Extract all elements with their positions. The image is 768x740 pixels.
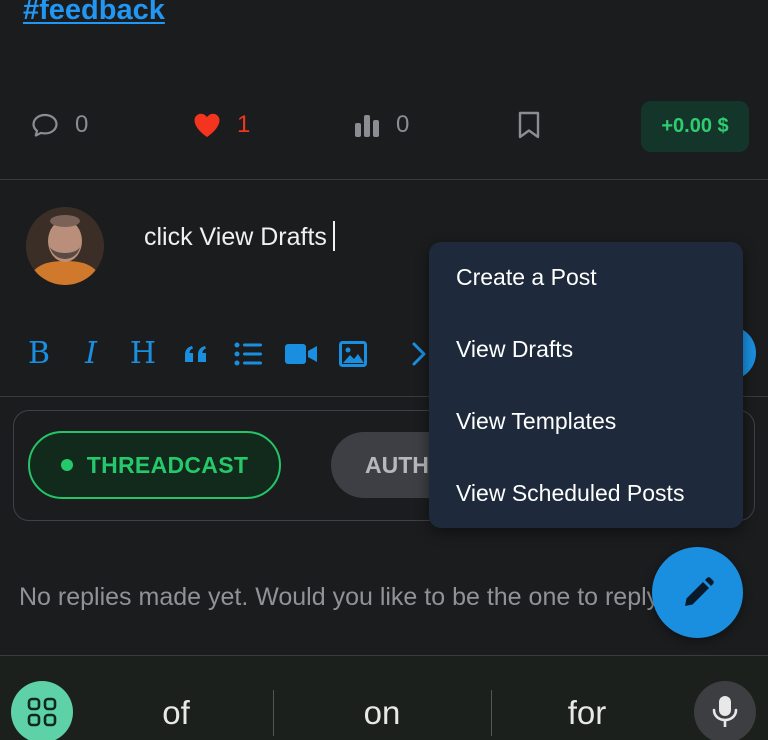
image-button[interactable] bbox=[338, 339, 368, 369]
heading-button[interactable]: H bbox=[128, 339, 158, 369]
menu-item-view-scheduled-posts[interactable]: View Scheduled Posts bbox=[456, 480, 684, 507]
comment-count: 0 bbox=[75, 111, 89, 138]
video-camera-icon bbox=[285, 344, 317, 364]
video-button[interactable] bbox=[285, 339, 317, 369]
empty-replies-text: No replies made yet. Would you like to b… bbox=[19, 583, 674, 611]
menu-item-view-drafts[interactable]: View Drafts bbox=[456, 336, 573, 363]
quote-button[interactable] bbox=[181, 339, 211, 369]
menu-item-view-templates[interactable]: View Templates bbox=[456, 408, 616, 435]
suggestion-divider bbox=[491, 690, 492, 736]
italic-button[interactable]: I bbox=[76, 339, 106, 369]
bar-chart-icon bbox=[355, 115, 379, 137]
tab-threadcast-label: THREADCAST bbox=[86, 451, 249, 478]
bookmark-button[interactable] bbox=[517, 111, 541, 144]
like-count: 1 bbox=[237, 111, 251, 138]
comment-icon bbox=[32, 113, 58, 137]
image-icon bbox=[339, 341, 367, 367]
divider bbox=[0, 179, 768, 180]
comments-button[interactable]: 0 bbox=[31, 111, 88, 139]
bold-button[interactable]: B bbox=[24, 339, 54, 369]
italic-icon: I bbox=[85, 336, 97, 371]
reply-input[interactable]: click View Drafts bbox=[144, 221, 335, 252]
voice-input-button[interactable] bbox=[694, 681, 756, 740]
live-dot-icon bbox=[60, 459, 73, 471]
suggestion-on[interactable]: on bbox=[312, 694, 452, 732]
like-button[interactable]: 1 bbox=[193, 111, 250, 139]
pencil-icon bbox=[684, 576, 714, 606]
microphone-icon bbox=[712, 696, 738, 727]
heart-icon bbox=[194, 113, 220, 137]
suggestion-for[interactable]: for bbox=[517, 694, 657, 732]
compose-button[interactable] bbox=[652, 547, 743, 638]
chevron-right-icon bbox=[412, 342, 426, 366]
tab-threadcast[interactable]: THREADCAST bbox=[28, 431, 281, 499]
quote-icon bbox=[185, 346, 206, 362]
reply-input-text: click View Drafts bbox=[144, 223, 327, 251]
grid-icon bbox=[27, 697, 57, 727]
keyboard-apps-button[interactable] bbox=[11, 681, 73, 740]
votes-button[interactable]: 0 bbox=[354, 111, 409, 139]
bold-icon: B bbox=[27, 336, 51, 371]
tab-authors-label: AUTH bbox=[365, 451, 429, 478]
heading-icon: H bbox=[129, 336, 157, 371]
payout-badge[interactable]: +0.00 $ bbox=[641, 101, 749, 152]
text-caret bbox=[332, 221, 335, 251]
avatar bbox=[26, 207, 104, 285]
list-button[interactable] bbox=[233, 339, 263, 369]
bookmark-icon bbox=[518, 111, 540, 139]
list-icon bbox=[234, 342, 262, 366]
vote-count: 0 bbox=[396, 111, 410, 138]
suggestion-of[interactable]: of bbox=[106, 694, 246, 732]
hashtag-link[interactable]: #feedback bbox=[23, 0, 165, 27]
menu-item-create-post[interactable]: Create a Post bbox=[456, 264, 597, 291]
post-options-menu: Create a Post View Drafts View Templates… bbox=[429, 242, 743, 528]
suggestion-divider bbox=[273, 690, 274, 736]
